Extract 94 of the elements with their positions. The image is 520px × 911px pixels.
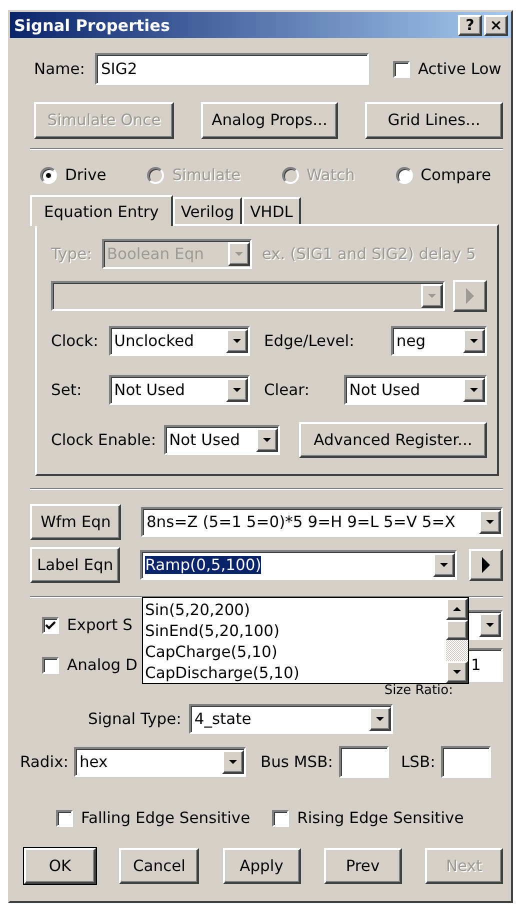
edge-label: Edge/Level: xyxy=(264,332,356,350)
dropdown-button[interactable] xyxy=(369,707,392,731)
checkbox[interactable] xyxy=(56,810,73,826)
dropdown-button[interactable] xyxy=(479,510,501,534)
caret-icon xyxy=(440,563,448,567)
scroll-thumb[interactable] xyxy=(446,620,468,640)
clock-enable-label: Clock Enable: xyxy=(51,431,156,449)
name-field[interactable]: SIG2 xyxy=(94,53,369,85)
caret-icon xyxy=(232,339,241,343)
caret-icon xyxy=(229,760,238,764)
checkbox[interactable] xyxy=(272,810,290,826)
checkbox-label: Rising Edge Sensitive xyxy=(297,809,464,827)
checkbox-label: Falling Edge Sensitive xyxy=(81,809,250,827)
list-item[interactable]: SinEnd(5,20,100) xyxy=(145,621,446,642)
list-item[interactable]: CapCharge(5,10) xyxy=(145,642,446,663)
dropdown-button[interactable] xyxy=(479,613,501,637)
caret-icon xyxy=(263,438,272,442)
label-eqn-button[interactable]: Label Eqn xyxy=(30,547,120,583)
dropdown-button[interactable] xyxy=(463,378,485,402)
caret-icon xyxy=(376,717,384,721)
advanced-register-button[interactable]: Advanced Register... xyxy=(299,422,487,458)
scrollbar[interactable] xyxy=(446,598,468,683)
checkbox-label: Analog D xyxy=(67,656,138,674)
set-label: Set: xyxy=(51,381,83,399)
caret-icon xyxy=(486,520,494,524)
list-item[interactable]: Sin(5,20,200) xyxy=(145,600,446,621)
bus-msb-label: Bus MSB: xyxy=(260,753,333,771)
caret-icon xyxy=(232,388,241,392)
dialog-button[interactable]: Apply xyxy=(222,848,300,884)
bus-msb-field[interactable] xyxy=(339,746,389,778)
close-button[interactable]: × xyxy=(484,14,508,36)
dropdown-button[interactable] xyxy=(433,553,455,577)
checkbox[interactable] xyxy=(42,616,59,634)
help-button[interactable]: ? xyxy=(458,14,482,36)
dialog-button[interactable]: Prev xyxy=(324,848,402,884)
combo-box[interactable]: Not Used xyxy=(109,375,250,405)
radio-label: Compare xyxy=(420,166,491,184)
selected-text: Ramp(0,5,100) xyxy=(145,556,262,574)
name-label: Name: xyxy=(34,60,85,78)
checkmark-icon xyxy=(45,620,56,630)
clear-label: Clear: xyxy=(264,381,310,399)
scroll-up-button[interactable] xyxy=(446,598,468,620)
caret-icon xyxy=(470,388,478,392)
lsb-field[interactable] xyxy=(441,746,492,778)
combo-box[interactable]: hex xyxy=(74,747,246,777)
dropdown-button[interactable] xyxy=(226,378,248,402)
checkbox-label: Active Low xyxy=(418,60,502,78)
window-title: Signal Properties xyxy=(14,16,170,34)
radix-label: Radix: xyxy=(20,753,68,771)
combo-box[interactable]: Ramp(0,5,100) xyxy=(140,550,457,580)
scroll-down-icon xyxy=(453,670,461,674)
play-icon xyxy=(482,557,490,573)
insert-button[interactable] xyxy=(469,549,503,581)
radio-label: Simulate xyxy=(172,166,241,184)
hint-text: ex. (SIG1 and SIG2) delay 5 xyxy=(262,245,476,263)
clock-label: Clock: xyxy=(51,332,100,350)
radio-button[interactable] xyxy=(40,166,57,184)
dropdown-button[interactable] xyxy=(256,428,278,452)
combo-box[interactable]: Not Used xyxy=(344,375,487,405)
caret-icon xyxy=(470,339,478,343)
wfm-eqn-button[interactable]: Wfm Eqn xyxy=(30,504,122,540)
dropdown-button[interactable] xyxy=(226,329,248,353)
size-ratio-label: Size Ratio: xyxy=(384,682,453,698)
tab[interactable]: Equation Entry xyxy=(30,195,173,226)
list-item[interactable]: CapDischarge(5,10) xyxy=(145,663,446,684)
action-button[interactable]: Analog Props... xyxy=(201,102,338,138)
dropdown-button[interactable] xyxy=(222,750,244,774)
caret-icon xyxy=(428,294,436,298)
action-button[interactable]: Grid Lines... xyxy=(365,102,503,138)
type-label: Type: xyxy=(51,245,92,263)
combo-box[interactable]: neg xyxy=(391,326,487,356)
lsb-label: LSB: xyxy=(401,753,436,771)
caret-icon xyxy=(486,623,494,627)
combo-box[interactable]: Unclocked xyxy=(109,326,250,356)
radio-label: Watch xyxy=(306,166,355,184)
tab[interactable]: VHDL xyxy=(242,197,301,224)
dialog-button[interactable]: Cancel xyxy=(119,848,200,884)
signal-type-label: Signal Type: xyxy=(88,710,182,728)
dialog-button[interactable]: OK xyxy=(24,848,96,884)
dropdown-button[interactable] xyxy=(463,329,485,353)
play-icon xyxy=(466,288,474,304)
combo-box[interactable]: 8ns=Z (5=1 5=0)*5 9=H 9=L 5=V 5=X xyxy=(141,507,503,537)
combo-box[interactable]: 4_state xyxy=(189,704,394,734)
caret-icon xyxy=(234,252,243,256)
radio-label: Drive xyxy=(65,166,106,184)
combo-box[interactable]: Not Used xyxy=(164,425,280,455)
scroll-up-icon xyxy=(453,607,461,611)
checkbox[interactable] xyxy=(42,656,59,674)
scroll-down-button[interactable] xyxy=(446,661,468,683)
insert-button[interactable] xyxy=(453,280,487,312)
checkbox-label: Export S xyxy=(67,616,133,634)
radio-button[interactable] xyxy=(396,166,413,184)
tab[interactable]: Verilog xyxy=(172,197,242,224)
checkbox[interactable] xyxy=(392,60,410,78)
